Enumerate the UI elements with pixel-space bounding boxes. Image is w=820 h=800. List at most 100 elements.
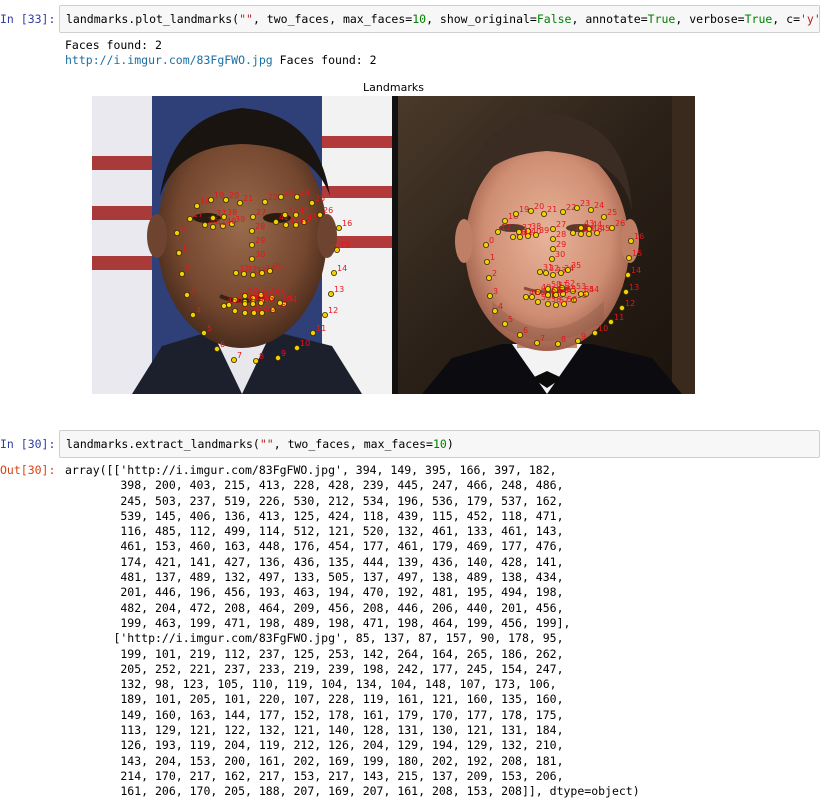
landmark-index-label: 39 [235,215,245,224]
landmark-index-label: 60 [232,296,242,305]
cell-33-code-input[interactable]: landmarks.plot_landmarks("", two_faces, … [59,5,820,33]
landmark-index-label: 8 [561,335,566,344]
landmark-point [293,194,300,201]
landmark-index-label: 0 [489,236,494,245]
landmark-point [241,309,248,316]
landmark-index-label: 28 [556,230,566,239]
landmark-index-label: 67 [248,295,258,304]
landmark-point [179,270,186,277]
cell-30-code-input[interactable]: landmarks.extract_landmarks("", two_face… [59,430,820,458]
landmark-index-label: 40 [226,217,236,226]
landmark-index-label: 15 [340,241,350,250]
landmark-point [522,293,529,300]
landmark-point [241,292,248,299]
landmark-point [542,269,549,276]
landmark-point [327,290,334,297]
landmark-point [628,237,635,244]
landmark-index-label: 11 [316,324,326,333]
landmark-index-label: 29 [255,236,265,245]
landmark-point [184,291,191,298]
landmark-index-label: 7 [540,334,545,343]
landmark-index-label: 6 [523,326,528,335]
landmark-point [272,219,279,226]
landmark-index-label: 10 [598,324,608,333]
landmark-point [587,207,594,214]
landmark-point [321,311,328,318]
landmark-point [190,311,197,318]
landmark-point [486,292,493,299]
landmark-point [316,212,323,219]
landmark-index-label: 8 [259,352,264,361]
landmark-index-label: 0 [180,224,185,233]
landmark-index-label: 26 [323,206,333,215]
landmark-point [544,300,551,307]
right-photo [392,96,695,394]
landmark-point [202,222,209,229]
landmark-index-label: 20 [534,202,544,211]
landmark-point [491,307,498,314]
landmark-index-label: 16 [342,219,352,228]
landmark-point [528,293,535,300]
image-url-link[interactable]: http://i.imgur.com/83FgFWO.jpg [65,53,273,67]
landmark-index-label: 21 [547,205,557,214]
landmark-point [554,340,561,347]
landmark-index-label: 67 [551,286,561,295]
landmark-point [277,194,284,201]
landmark-index-label: 27 [256,208,266,217]
landmark-index-label: 3 [190,286,195,295]
cell-33-stdout: Faces found: 2 http://i.imgur.com/83FgFWO… [65,38,377,69]
landmark-point [623,288,630,295]
landmark-index-label: 12 [328,306,338,315]
landmark-point [608,318,615,325]
landmark-point [309,329,316,336]
cell-33-prompt: In [33]: [0,12,56,26]
landmark-point [232,269,239,276]
landmark-point [240,270,247,277]
landmark-index-label: 4 [498,302,503,311]
landmark-index-label: 5 [508,315,513,324]
landmark-point [559,209,566,216]
landmark-point [548,255,555,262]
landmark-index-label: 46 [299,216,309,225]
landmark-point [549,225,556,232]
landmark-point [231,307,238,314]
landmark-index-label: 29 [556,240,566,249]
landmark-index-label: 25 [607,208,617,217]
landmark-point [220,302,227,309]
landmark-point [274,354,281,361]
landmark-point [282,222,289,229]
landmark-point [241,300,248,307]
landmark-point [276,299,283,306]
landmark-index-label: 6 [220,340,225,349]
landmark-point [210,215,217,222]
landmark-index-label: 15 [632,249,642,258]
landmark-index-label: 9 [581,332,586,341]
landmark-point [516,233,523,240]
landmark-point [625,271,632,278]
landmark-point [248,241,255,248]
landmark-point [248,227,255,234]
landmark-point [330,269,337,276]
landmark-index-label: 16 [634,232,644,241]
landmark-index-label: 5 [207,324,212,333]
cell-30-output-array: array([['http://i.imgur.com/83FgFWO.jpg'… [65,463,640,799]
landmark-index-label: 35 [571,261,581,270]
landmark-point [230,356,237,363]
landmark-point [501,320,508,327]
landmark-point [261,199,268,206]
landmark-point [293,344,300,351]
landmark-index-label: 23 [284,188,294,197]
landmark-index-label: 12 [625,299,635,308]
landmark-index-label: 25 [315,194,325,203]
landmark-index-label: 21 [243,194,253,203]
landmark-index-label: 30 [555,250,565,259]
landmark-point [210,223,217,230]
landmark-point [515,228,522,235]
landmark-point [248,255,255,262]
landmark-point [225,301,232,308]
figure-title: Landmarks [363,81,424,94]
landmark-point [540,211,547,218]
landmarks-image: 01234567 8 910111213141516171819 20 21 22 23 24… [92,96,695,394]
landmark-index-label: 14 [631,266,641,275]
landmark-point [483,258,490,265]
